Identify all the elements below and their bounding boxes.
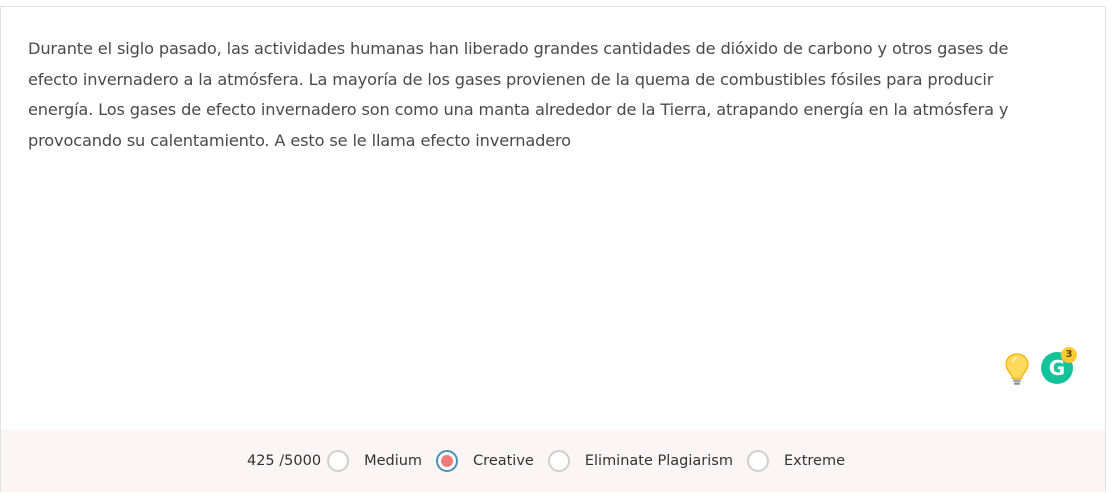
mode-option-eliminate-plagiarism[interactable]: Eliminate Plagiarism	[547, 450, 733, 472]
radio-eliminate-plagiarism[interactable]	[547, 450, 570, 472]
grammarly-icon[interactable]: G 3	[1041, 347, 1077, 384]
mode-label-extreme: Extreme	[783, 453, 845, 469]
lightbulb-svg	[1005, 353, 1029, 385]
text-editor[interactable]: Durante el siglo pasado, las actividades…	[1, 7, 1105, 430]
mode-selector: 425 /5000 Medium Creative Eliminate Plag…	[1, 430, 1105, 492]
grammarly-badge: 3	[1061, 347, 1077, 363]
lightbulb-icon[interactable]	[1004, 352, 1030, 386]
character-counter: 425 /5000	[246, 453, 322, 469]
radio-creative[interactable]	[436, 450, 459, 472]
radio-extreme[interactable]	[746, 450, 769, 472]
mode-option-extreme[interactable]: Extreme	[746, 450, 845, 472]
radio-medium[interactable]	[327, 450, 350, 472]
mode-label-medium: Medium	[364, 453, 423, 469]
mode-label-eliminate-plagiarism: Eliminate Plagiarism	[584, 453, 733, 469]
mode-option-medium[interactable]: Medium	[327, 450, 422, 472]
mode-footer: 425 /5000 Medium Creative Eliminate Plag…	[1, 430, 1105, 492]
mode-option-creative[interactable]: Creative	[436, 450, 534, 472]
editor-text[interactable]: Durante el siglo pasado, las actividades…	[28, 34, 1058, 156]
mode-label-creative: Creative	[473, 453, 534, 469]
paraphrase-panel: Durante el siglo pasado, las actividades…	[0, 6, 1106, 492]
